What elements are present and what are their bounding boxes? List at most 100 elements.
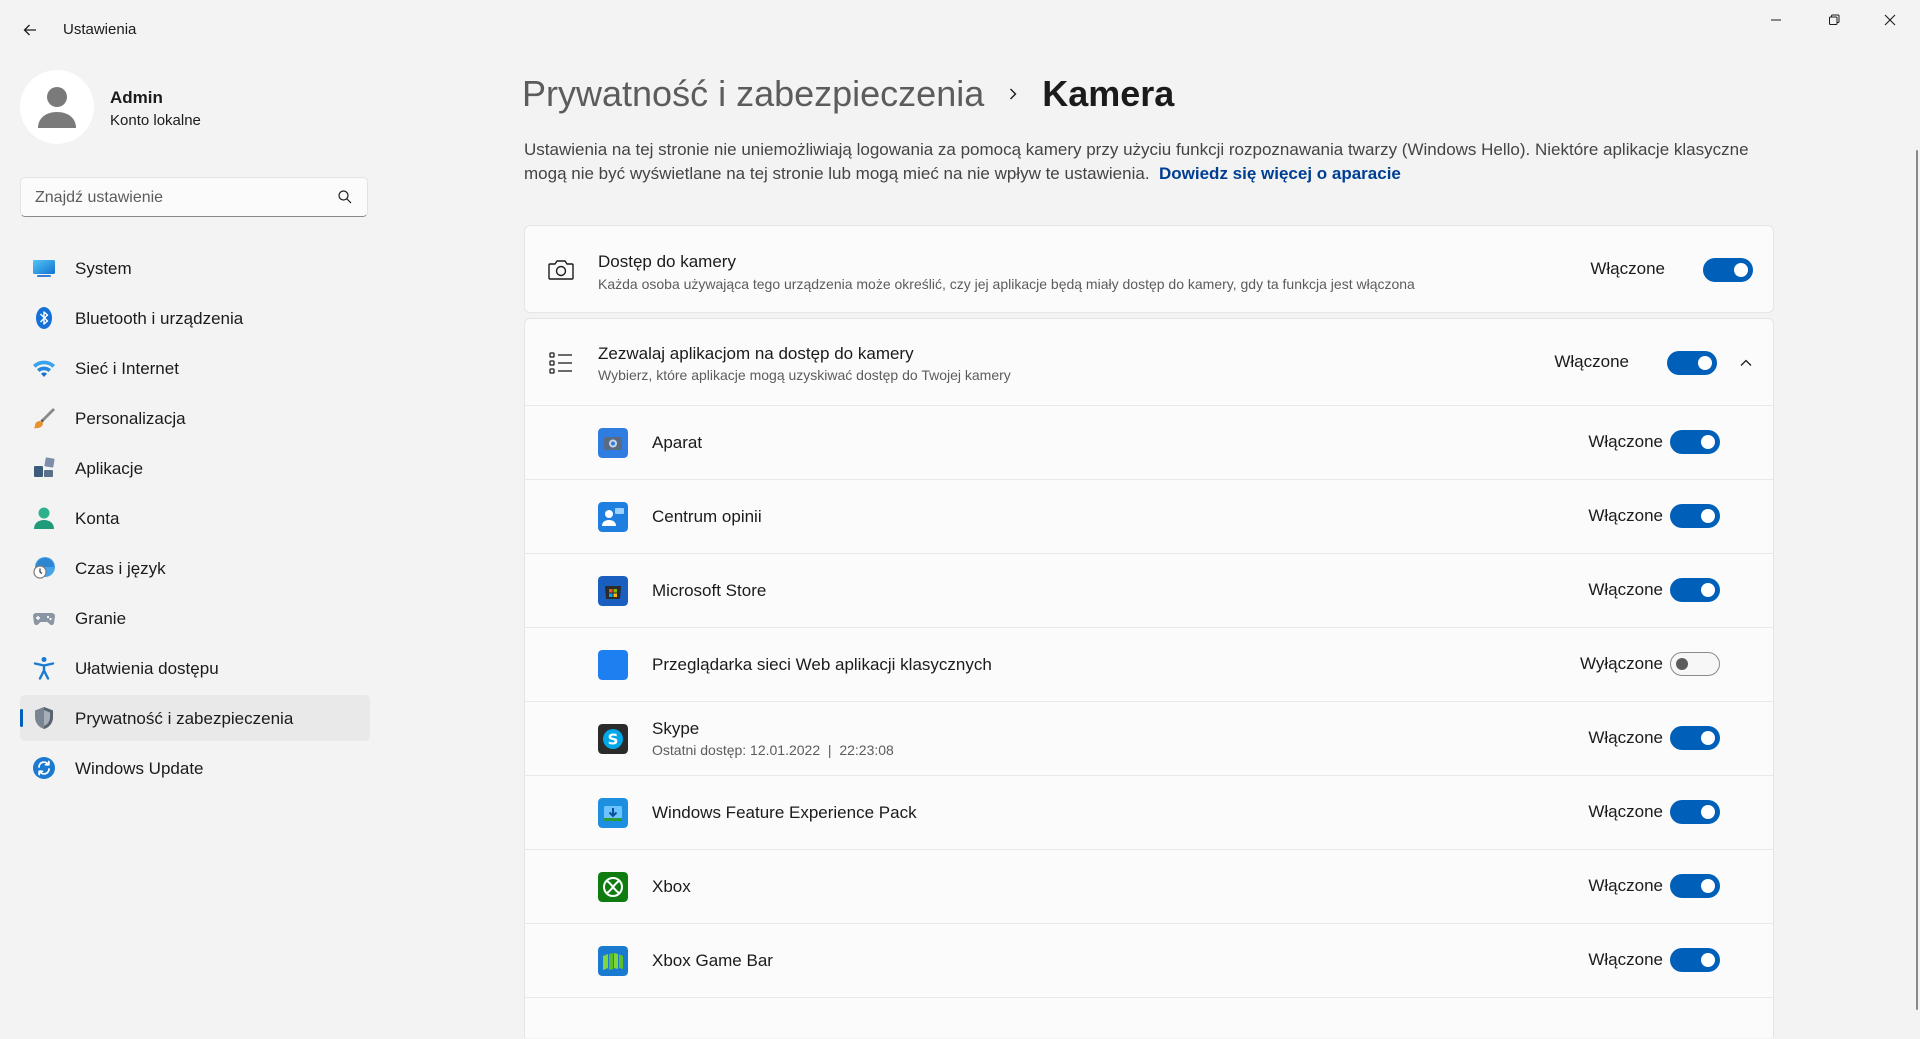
sidebar-item-system[interactable]: System <box>20 245 370 291</box>
camera-access-card: Dostęp do kamery Każda osoba używająca t… <box>524 225 1774 313</box>
toggle-knob <box>1701 509 1715 523</box>
toggle-knob <box>1701 805 1715 819</box>
app-toggle-aparat[interactable] <box>1670 430 1720 454</box>
app-toggle-xbox[interactable] <box>1670 874 1720 898</box>
app-toggle-microsoft-store[interactable] <box>1670 578 1720 602</box>
app-toggle-centrum-opinii[interactable] <box>1670 504 1720 528</box>
app-state: Włączone <box>1588 432 1663 451</box>
xbox-icon <box>598 872 628 902</box>
app-row-skype: S Skype Ostatni dostęp: 12.01.2022 | 22:… <box>525 701 1773 775</box>
toggle-knob <box>1676 658 1688 670</box>
brush-icon <box>33 408 55 429</box>
app-row-xbox-game-bar: Xbox Game Bar Włączone <box>525 923 1773 997</box>
gamepad-icon <box>33 613 55 626</box>
camera-icon <box>548 260 574 280</box>
app-name: Centrum opinii <box>652 507 762 526</box>
title-bar: Ustawienia <box>0 0 1920 60</box>
restore-button[interactable] <box>1818 8 1850 32</box>
app-row-xbox: Xbox Włączone <box>525 849 1773 923</box>
sidebar-item-label: Czas i język <box>75 559 166 578</box>
avatar <box>20 70 94 144</box>
app-name: Xbox <box>652 877 691 896</box>
app-access-toggle[interactable] <box>1667 351 1717 375</box>
app-last-access: Ostatni dostęp: 12.01.2022 | 22:23:08 <box>652 742 894 758</box>
shield-icon <box>35 707 53 729</box>
toggle-knob <box>1701 879 1715 893</box>
toggle-knob <box>1698 356 1712 370</box>
store-icon <box>598 576 628 606</box>
sidebar-item-accounts[interactable]: Konta <box>20 495 370 541</box>
app-row-aparat: Aparat Włączone <box>525 405 1773 479</box>
app-state: Włączone <box>1588 802 1663 821</box>
learn-more-link[interactable]: Dowiedz się więcej o aparacie <box>1159 164 1401 183</box>
sidebar-item-bluetooth[interactable]: Bluetooth i urządzenia <box>20 295 370 341</box>
app-toggle-xbox-game-bar[interactable] <box>1670 948 1720 972</box>
app-toggle-skype[interactable] <box>1670 726 1720 750</box>
app-state: Włączone <box>1588 950 1663 969</box>
sidebar-item-time-language[interactable]: Czas i język <box>20 545 370 591</box>
sidebar-item-label: Windows Update <box>75 759 204 778</box>
page-description: Ustawienia na tej stronie nie uniemożliw… <box>524 138 1774 186</box>
sidebar-item-label: Granie <box>75 609 127 628</box>
description-text: Ustawienia na tej stronie nie uniemożliw… <box>524 140 1749 183</box>
breadcrumb: Prywatność i zabezpieczenia Kamera <box>522 70 1174 118</box>
search-box <box>20 177 368 218</box>
search-icon[interactable] <box>337 189 353 205</box>
toggle-knob <box>1701 435 1715 449</box>
back-button[interactable] <box>18 18 42 42</box>
sidebar-nav: System Bluetooth i urządzenia Sieć i Int… <box>20 245 370 795</box>
toggle-knob <box>1734 263 1748 277</box>
minimize-button[interactable] <box>1760 8 1792 32</box>
sidebar-item-label: Ułatwienia dostępu <box>75 659 219 678</box>
feedback-hub-icon <box>598 502 628 532</box>
feature-pack-icon <box>598 798 628 828</box>
monitor-icon <box>33 260 55 277</box>
sidebar-item-gaming[interactable]: Granie <box>20 595 370 641</box>
clock-globe-icon <box>33 557 55 579</box>
sidebar-item-label: Konta <box>75 509 120 528</box>
accessibility-icon <box>33 657 55 680</box>
app-toggle-feature-experience-pack[interactable] <box>1670 800 1720 824</box>
chevron-right-icon <box>1006 87 1020 101</box>
sidebar-item-label: System <box>75 259 132 278</box>
camera-access-toggle[interactable] <box>1703 258 1753 282</box>
toggle-knob <box>1701 731 1715 745</box>
bluetooth-icon <box>36 307 52 329</box>
sidebar-item-label: Personalizacja <box>75 409 186 428</box>
close-icon <box>1884 14 1896 26</box>
app-toggle-web-viewer[interactable] <box>1670 652 1720 676</box>
app-title: Ustawienia <box>63 21 137 38</box>
sidebar-item-privacy-security[interactable]: Prywatność i zabezpieczenia <box>20 695 370 741</box>
active-indicator <box>20 709 23 727</box>
camera-access-subtitle: Każda osoba używająca tego urządzenia mo… <box>598 276 1415 292</box>
sidebar-item-label: Bluetooth i urządzenia <box>75 309 244 328</box>
user-profile[interactable]: Admin Konto lokalne <box>20 70 370 146</box>
scrollbar[interactable] <box>1916 150 1918 1010</box>
app-state: Wyłączone <box>1580 654 1663 673</box>
breadcrumb-parent[interactable]: Prywatność i zabezpieczenia <box>522 73 984 115</box>
app-row-next <box>525 997 1773 1039</box>
sidebar-item-apps[interactable]: Aplikacje <box>20 445 370 491</box>
toggle-knob <box>1701 583 1715 597</box>
app-name: Aparat <box>652 433 703 452</box>
toggle-knob <box>1701 953 1715 967</box>
camera-access-title: Dostęp do kamery <box>598 252 736 271</box>
app-row-feature-experience-pack: Windows Feature Experience Pack Włączone <box>525 775 1773 849</box>
search-input[interactable] <box>33 178 327 218</box>
sidebar-item-personalization[interactable]: Personalizacja <box>20 395 370 441</box>
person-icon <box>34 507 54 529</box>
app-name: Skype <box>652 719 700 738</box>
app-access-subtitle: Wybierz, które aplikacje mogą uzyskiwać … <box>598 367 1011 383</box>
app-access-title: Zezwalaj aplikacjom na dostęp do kamery <box>598 344 914 363</box>
game-bar-icon <box>598 946 628 976</box>
sidebar-item-network[interactable]: Sieć i Internet <box>20 345 370 391</box>
chevron-up-icon[interactable] <box>1739 356 1753 370</box>
web-viewer-icon <box>598 650 628 680</box>
close-button[interactable] <box>1874 8 1906 32</box>
sidebar-item-accessibility[interactable]: Ułatwienia dostępu <box>20 645 370 691</box>
sidebar-item-label: Aplikacje <box>75 459 144 478</box>
app-name: Xbox Game Bar <box>652 951 773 970</box>
sidebar-item-windows-update[interactable]: Windows Update <box>20 745 370 791</box>
app-access-header[interactable]: Zezwalaj aplikacjom na dostęp do kamery … <box>525 319 1773 405</box>
camera-access-state: Włączone <box>1590 259 1665 278</box>
